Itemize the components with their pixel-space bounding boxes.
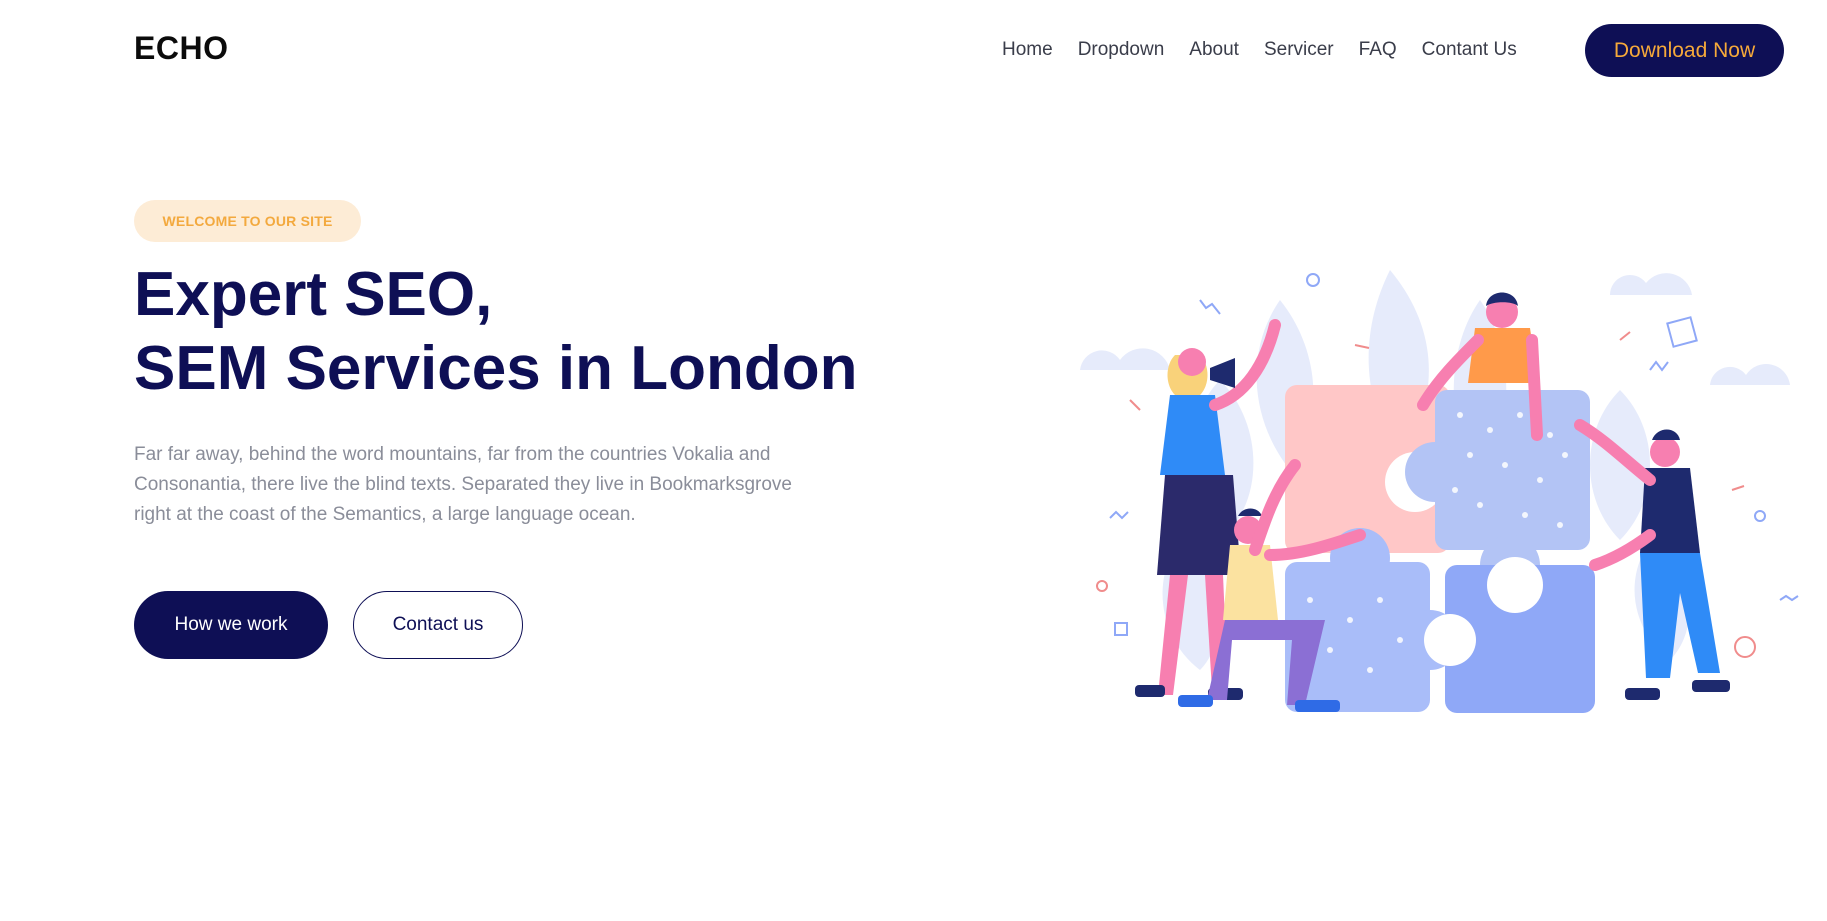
landing-page: ECHO Home Dropdown About Servicer FAQ Co… (0, 0, 1827, 921)
logo[interactable]: ECHO (134, 30, 228, 67)
nav-item-faq[interactable]: FAQ (1359, 39, 1397, 61)
nav-item-servicer[interactable]: Servicer (1264, 39, 1334, 61)
main-nav: Home Dropdown About Servicer FAQ Contant… (1002, 39, 1517, 61)
download-now-button[interactable]: Download Now (1585, 24, 1784, 77)
nav-item-contact[interactable]: Contant Us (1422, 39, 1517, 61)
nav-item-about[interactable]: About (1189, 39, 1239, 61)
welcome-badge: WELCOME TO OUR SITE (134, 200, 361, 242)
hero-description: Far far away, behind the word mountains,… (134, 444, 792, 525)
nav-item-dropdown[interactable]: Dropdown (1078, 39, 1165, 61)
hero-title-line-2: SEM Services in London (134, 334, 858, 403)
hero-title: Expert SEO, SEM Services in London (134, 258, 857, 406)
nav-item-home[interactable]: Home (1002, 39, 1053, 61)
hero-title-line-1: Expert SEO, (134, 260, 493, 329)
contact-us-button[interactable]: Contact us (353, 591, 523, 659)
how-we-work-button[interactable]: How we work (134, 591, 328, 659)
team-puzzle-illustration (1080, 270, 1799, 713)
